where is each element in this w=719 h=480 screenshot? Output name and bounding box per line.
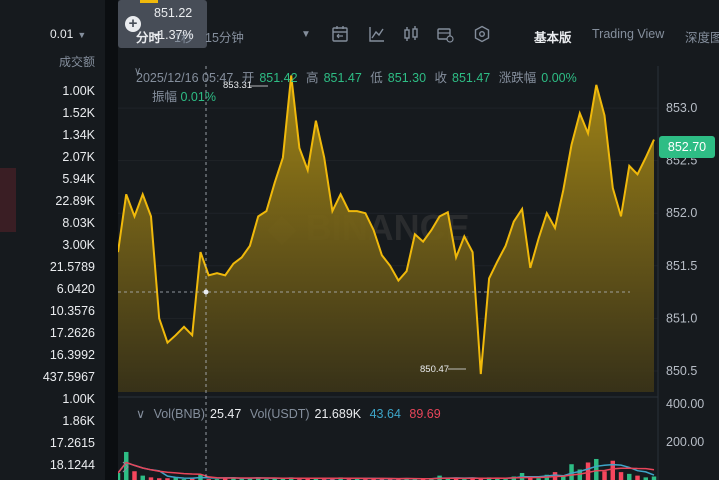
volume-bar (635, 475, 640, 480)
amp-label: 振幅 (152, 90, 178, 104)
amount-row: 1.86K (62, 414, 95, 428)
last-price-tag: 852.70 (659, 136, 715, 158)
high-value: 851.47 (323, 71, 362, 85)
amount-row: 21.5789 (49, 260, 95, 274)
ohlc-info: 2025/12/16 05:47 开 851.42 高 851.47 低 851.30… (136, 67, 582, 86)
volume-bar (132, 471, 137, 480)
volume-bar (610, 460, 616, 480)
amount-row: 1.52K (62, 106, 95, 120)
volume-bar (118, 472, 121, 480)
amount-row: 1.00K (62, 392, 95, 406)
chevron-down-icon: ▼ (77, 30, 87, 40)
price-tick-label: 851.0 (666, 311, 697, 325)
volume-bar (140, 475, 145, 480)
amount-row: 17.2626 (49, 326, 95, 340)
low-annotation: 850.47 (420, 364, 449, 375)
precision-select[interactable]: 0.01 ▼ (50, 27, 86, 41)
amount-row: 22.89K (55, 194, 95, 208)
price-tick-label: 853.0 (666, 101, 697, 115)
amount-row: 1.34K (62, 128, 95, 142)
price-tick-label: 850.5 (666, 364, 697, 378)
vol-bnb-value: 25.47 (210, 407, 242, 421)
change-value: 0.00% (541, 71, 577, 85)
info-date: 2025/12/16 05:47 (136, 71, 234, 85)
amplitude-info: 振幅 0.01% (152, 86, 216, 105)
amount-list: 1.00K 1.52K 1.34K 2.07K 5.94K 22.89K 8.03K 3.00… (43, 80, 95, 476)
chart-panel: 分时 1秒 15分钟 ▼ 基本版 Trading View 深度图 853.0 … (118, 0, 719, 480)
plus-icon[interactable]: + (125, 16, 141, 32)
amount-header: 成交额 (58, 55, 95, 69)
volume-bar (651, 476, 657, 480)
volume-bar (594, 458, 599, 480)
vol-usdt-value: 21.689K (314, 407, 362, 421)
high-label: 高 (306, 71, 319, 85)
open-value: 851.42 (259, 71, 298, 85)
vol-bnb-label: Vol(BNB) (153, 407, 206, 421)
depth-bar (0, 168, 16, 232)
volume-tick-label: 400.00 (666, 397, 704, 411)
amount-row: 3.00K (62, 238, 95, 252)
amount-row: 17.2615 (49, 436, 95, 450)
volume-bars (118, 451, 657, 480)
close-label: 收 (434, 71, 448, 85)
precision-value: 0.01 (50, 27, 74, 41)
amount-row: 18.1244 (49, 458, 95, 472)
volume-bar (627, 473, 632, 480)
vol-ma1-value: 43.64 (369, 407, 401, 421)
vol-usdt-label: Vol(USDT) (249, 407, 310, 421)
volume-axis-labels: 400.00 200.00 (666, 397, 704, 449)
amount-row: 5.94K (62, 172, 95, 186)
amount-row: 2.07K (62, 150, 95, 164)
amount-row: 437.5967 (42, 370, 95, 384)
volume-tick-label: 200.00 (666, 435, 704, 449)
volume-bar (602, 471, 607, 480)
change-label: 涨跌幅 (498, 71, 537, 85)
crosshair-point (203, 289, 209, 295)
close-value: 851.47 (452, 71, 491, 85)
low-label: 低 (370, 71, 383, 85)
amp-value: 0.01% (180, 90, 216, 104)
price-tick-label: 851.5 (666, 259, 697, 273)
order-book-column: 0.01 ▼ 成交额 1.00K 1.52K 1.34K 2.07K 5.94K 22.89… (0, 0, 105, 480)
low-value: 851.30 (387, 71, 427, 85)
volume-info: ∨ Vol(BNB) 25.47 Vol(USDT) 21.689K 43.64 8… (136, 406, 446, 421)
volume-collapse-icon[interactable]: ∨ (136, 407, 145, 421)
crosshair-pct: -1.37% (154, 28, 194, 42)
panel-divider (105, 0, 118, 480)
vol-ma2-value: 89.69 (409, 407, 441, 421)
open-label: 开 (241, 71, 255, 85)
volume-bar (585, 462, 591, 480)
crosshair-price: 851.22 (154, 6, 193, 20)
volume-bar (618, 472, 624, 480)
amount-row: 6.0420 (56, 282, 95, 296)
price-tick-label: 852.0 (666, 206, 697, 220)
amount-row: 16.3992 (49, 348, 95, 362)
amount-row: 1.00K (62, 84, 95, 98)
amount-row: 10.3576 (49, 304, 95, 318)
amount-row: 8.03K (62, 216, 95, 230)
